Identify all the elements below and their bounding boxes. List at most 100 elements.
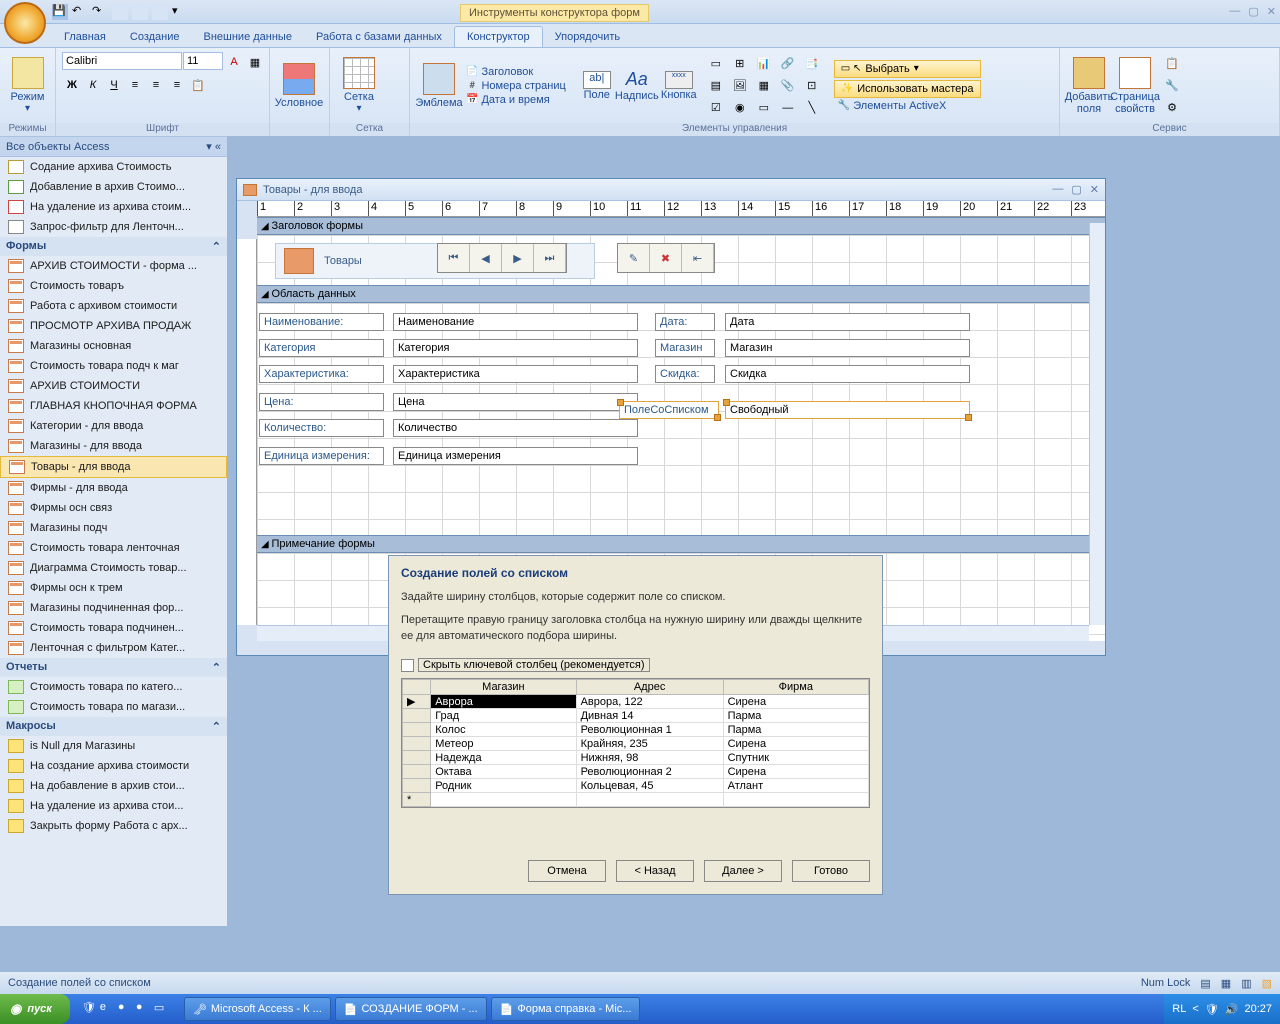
- tab-design[interactable]: Конструктор: [454, 26, 543, 47]
- conditional-button[interactable]: Условное: [276, 54, 322, 118]
- service-icon[interactable]: 🔧: [1162, 76, 1182, 96]
- tray-icon[interactable]: 🔊: [1225, 1003, 1239, 1016]
- nav-item-form[interactable]: Магазины подчиненная фор...: [0, 598, 227, 618]
- label-qty[interactable]: Количество:: [259, 419, 384, 437]
- view-layout-icon[interactable]: ▥: [1241, 977, 1251, 990]
- control-icon[interactable]: ⊡: [802, 76, 822, 96]
- nav-item-query[interactable]: На удаление из архива стоим...: [0, 197, 227, 217]
- control-icon[interactable]: 📎: [778, 76, 798, 96]
- property-sheet-button[interactable]: Страница свойств: [1112, 54, 1158, 118]
- tab-create[interactable]: Создание: [118, 27, 192, 47]
- control-icon[interactable]: 📊: [754, 54, 774, 74]
- section-detail[interactable]: ◢ Область данных: [257, 285, 1105, 303]
- nav-group-forms[interactable]: Формы⌃: [0, 237, 227, 256]
- tab-home[interactable]: Главная: [52, 27, 118, 47]
- close-icon[interactable]: ✕: [1090, 183, 1099, 196]
- quicklaunch-icon[interactable]: ▭: [154, 1001, 170, 1017]
- nav-item-query[interactable]: Добавление в архив Стоимо...: [0, 177, 227, 197]
- finish-button[interactable]: Готово: [792, 860, 870, 882]
- nav-item-form[interactable]: Фирмы осн связ: [0, 498, 227, 518]
- nav-exit-icon[interactable]: ⇤: [682, 244, 714, 272]
- qat-icon[interactable]: [152, 4, 168, 20]
- date-time-button[interactable]: 📅Дата и время: [462, 93, 570, 107]
- control-icon[interactable]: 🔗: [778, 54, 798, 74]
- nav-item-form[interactable]: Категории - для ввода: [0, 416, 227, 436]
- view-form-icon[interactable]: ▤: [1200, 977, 1210, 990]
- close-icon[interactable]: ✕: [1267, 5, 1276, 18]
- fill-color-icon[interactable]: ▦: [245, 52, 265, 72]
- control-icon[interactable]: ▭: [706, 54, 726, 74]
- nav-first-icon[interactable]: ⏮: [438, 244, 470, 272]
- nav-del-icon[interactable]: ✖: [650, 244, 682, 272]
- field-char[interactable]: Характеристика: [393, 365, 638, 383]
- nav-item-form[interactable]: Фирмы - для ввода: [0, 478, 227, 498]
- format-painter-icon[interactable]: 📋: [188, 75, 208, 95]
- control-icon[interactable]: ☑: [706, 98, 726, 118]
- nav-item-report[interactable]: Стоимость товара по катего...: [0, 677, 227, 697]
- tray-icon[interactable]: 🛡: [1205, 1003, 1219, 1016]
- section-form-footer[interactable]: ◢ Примечание формы: [257, 535, 1105, 553]
- label-char[interactable]: Характеристика:: [259, 365, 384, 383]
- wizard-preview-table[interactable]: МагазинАдресФирма ▶АврораАврора, 122Сире…: [401, 678, 870, 808]
- nav-next-icon[interactable]: ▶: [502, 244, 534, 272]
- label-category[interactable]: Категория: [259, 339, 384, 357]
- nav-item-form[interactable]: Магазины основная: [0, 336, 227, 356]
- formwin-titlebar[interactable]: Товары - для ввода —▢✕: [237, 179, 1105, 201]
- label-date[interactable]: Дата:: [655, 313, 715, 331]
- minimize-icon[interactable]: —: [1052, 183, 1063, 196]
- field-unit[interactable]: Единица измерения: [393, 447, 638, 465]
- field-discount[interactable]: Скидка: [725, 365, 970, 383]
- quicklaunch-icon[interactable]: 🛡: [82, 1001, 98, 1017]
- nav-item-form[interactable]: Диаграмма Стоимость товар...: [0, 558, 227, 578]
- taskbar-button[interactable]: 🗝Microsoft Access - К ...: [184, 997, 331, 1021]
- office-button[interactable]: [4, 2, 46, 44]
- label-price[interactable]: Цена:: [259, 393, 384, 411]
- maximize-icon[interactable]: ▢: [1248, 5, 1258, 18]
- tab-arrange[interactable]: Упорядочить: [543, 27, 632, 47]
- nav-item-form[interactable]: Стоимость товара ленточная: [0, 538, 227, 558]
- restore-icon[interactable]: ▢: [1071, 183, 1081, 196]
- undo-icon[interactable]: ↶: [72, 4, 88, 20]
- nav-item-form[interactable]: АРХИВ СТОИМОСТИ: [0, 376, 227, 396]
- control-icon[interactable]: ▭: [754, 98, 774, 118]
- control-icon[interactable]: 📑: [802, 54, 822, 74]
- nav-item-form[interactable]: Магазины подч: [0, 518, 227, 538]
- label-combobox[interactable]: ПолеСоСписком: [619, 401, 719, 419]
- nav-item-form[interactable]: Стоимость товаръ: [0, 276, 227, 296]
- design-surface-header[interactable]: Товары ⏮◀▶⏭ ✎✖⇤: [257, 235, 1105, 285]
- page-numbers-button[interactable]: #️Номера страниц: [462, 79, 570, 93]
- tab-database[interactable]: Работа с базами данных: [304, 27, 454, 47]
- nav-control[interactable]: ⏮◀▶⏭: [437, 243, 567, 273]
- nav-item-form[interactable]: Стоимость товара подчинен...: [0, 618, 227, 638]
- qat-icon[interactable]: [132, 4, 148, 20]
- quicklaunch-icon[interactable]: ●: [136, 1001, 152, 1017]
- nav-group-macros[interactable]: Макросы⌃: [0, 717, 227, 736]
- nav-item-query[interactable]: Содание архива Стоимость: [0, 157, 227, 177]
- select-button[interactable]: ▭ ↖ Выбрать ▾: [834, 60, 981, 78]
- use-wizards-button[interactable]: ✨ Использовать мастера: [834, 80, 981, 98]
- emblem-button[interactable]: Эмблема: [416, 54, 462, 118]
- nav-item-form[interactable]: ГЛАВНАЯ КНОПОЧНАЯ ФОРМА: [0, 396, 227, 416]
- nav-item-form[interactable]: Магазины - для ввода: [0, 436, 227, 456]
- nav-control-2[interactable]: ✎✖⇤: [617, 243, 715, 273]
- nav-item-form[interactable]: АРХИВ СТОИМОСТИ - форма ...: [0, 256, 227, 276]
- view-button[interactable]: Режим▾: [6, 54, 49, 118]
- font-name-combo[interactable]: Calibri: [62, 52, 182, 70]
- view-design-icon[interactable]: ▧: [1262, 977, 1272, 990]
- scrollbar-vertical[interactable]: [1089, 223, 1105, 625]
- back-button[interactable]: < Назад: [616, 860, 694, 882]
- nav-group-reports[interactable]: Отчеты⌃: [0, 658, 227, 677]
- next-button[interactable]: Далее >: [704, 860, 782, 882]
- service-icon[interactable]: 📋: [1162, 54, 1182, 74]
- taskbar-button[interactable]: 📄Форма справка - Mic...: [491, 997, 641, 1021]
- nav-prev-icon[interactable]: ◀: [470, 244, 502, 272]
- nav-item-query[interactable]: Запрос-фильтр для Ленточн...: [0, 217, 227, 237]
- control-icon[interactable]: ◉: [730, 98, 750, 118]
- taskbar-button[interactable]: 📄СОЗДАНИЕ ФОРМ - ...: [335, 997, 487, 1021]
- cancel-button[interactable]: Отмена: [528, 860, 606, 882]
- hide-key-checkbox[interactable]: Скрыть ключевой столбец (рекомендуется): [401, 658, 870, 672]
- field-date[interactable]: Дата: [725, 313, 970, 331]
- nav-item-form[interactable]: Стоимость товара подч к маг: [0, 356, 227, 376]
- qat-icon[interactable]: [112, 4, 128, 20]
- service-icon[interactable]: ⚙: [1162, 98, 1182, 118]
